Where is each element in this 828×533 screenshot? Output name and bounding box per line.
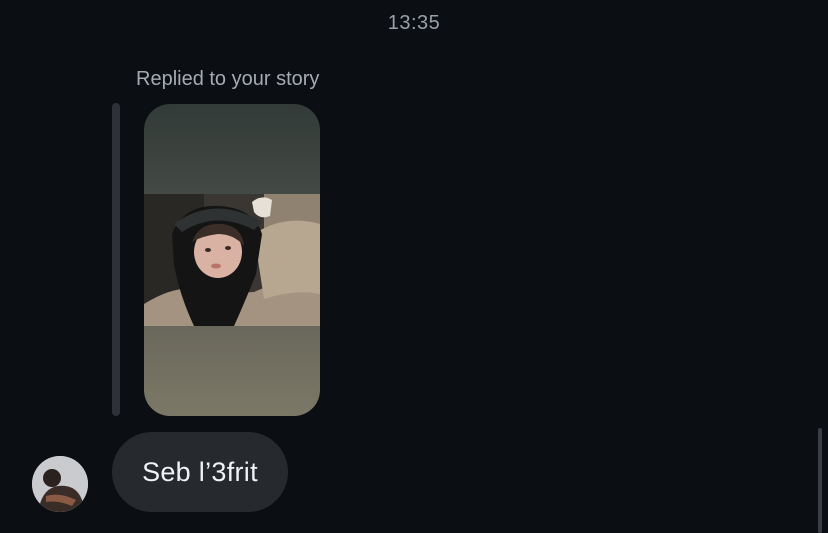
chat-thread: 13:35 Replied to your story Seb l’3frit	[0, 0, 828, 533]
story-photo-image	[144, 194, 320, 326]
story-reply-label: Replied to your story	[136, 68, 320, 90]
avatar-photo-icon	[32, 456, 88, 512]
user-avatar[interactable]	[32, 456, 88, 512]
message-bubble[interactable]: Seb l’3frit	[112, 432, 288, 512]
scrollbar[interactable]	[818, 428, 822, 533]
message-timestamp: 13:35	[387, 12, 441, 34]
story-photo	[144, 194, 320, 326]
story-preview[interactable]	[144, 104, 320, 416]
message-text: Seb l’3frit	[142, 456, 258, 487]
reply-indicator-bar	[112, 103, 120, 416]
